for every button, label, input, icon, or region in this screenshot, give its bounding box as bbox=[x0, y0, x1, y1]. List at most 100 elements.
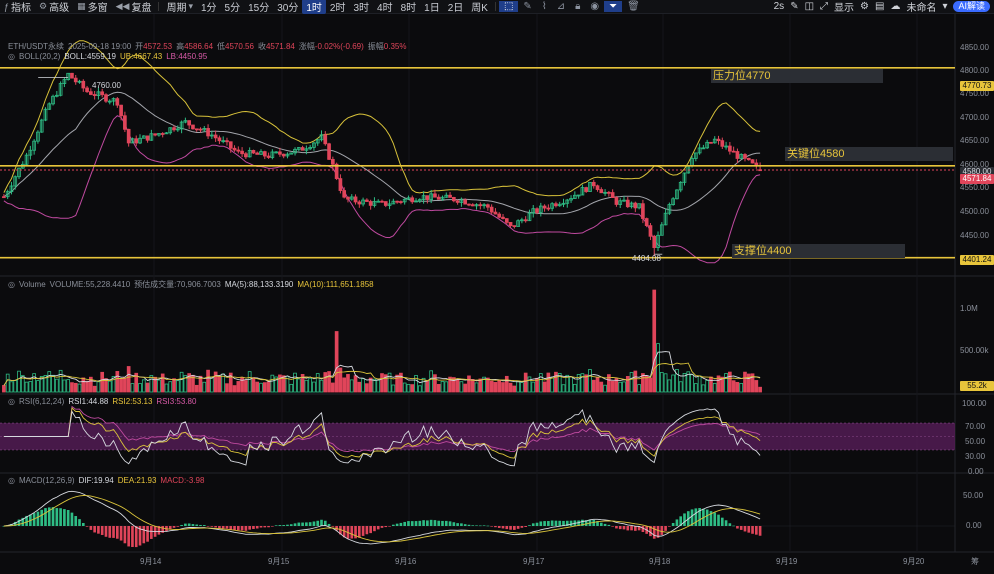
macd-histogram-bar bbox=[278, 525, 282, 526]
rsi-legend: ◎ RSI(6,12,24) RSI1:44.88 RSI2:53.13 RSI… bbox=[8, 397, 196, 406]
macd-histogram-bar bbox=[717, 514, 720, 526]
eye-icon[interactable]: ◎ bbox=[8, 476, 15, 485]
macd-histogram-bar bbox=[66, 510, 70, 526]
macd-histogram-bar bbox=[747, 526, 751, 533]
rsi-tick-0: 0.00 bbox=[968, 467, 984, 476]
chip-corner-label[interactable]: 筹 bbox=[971, 557, 979, 567]
macd-histogram-bar bbox=[395, 523, 399, 526]
volume-bar bbox=[160, 373, 165, 393]
macd-histogram-bar bbox=[81, 522, 85, 526]
volume-bar bbox=[2, 385, 6, 393]
time-tick: 9月15 bbox=[268, 557, 290, 566]
volume-bar bbox=[141, 379, 146, 393]
macd-histogram-bar bbox=[422, 520, 425, 526]
macd-histogram-bar bbox=[274, 525, 278, 526]
volume-value: VOLUME:55,228.4410 bbox=[49, 280, 131, 289]
candle-body bbox=[228, 141, 233, 149]
volume-bar bbox=[244, 380, 248, 393]
macd-histogram-bar bbox=[59, 508, 62, 526]
macd-histogram-bar bbox=[615, 526, 618, 529]
candle-body bbox=[497, 213, 502, 218]
volume-bar bbox=[70, 382, 74, 393]
volume-bar bbox=[603, 384, 607, 393]
volume-bar bbox=[709, 376, 713, 393]
candle-body bbox=[92, 94, 97, 96]
candle-body bbox=[610, 192, 615, 199]
volume-bar bbox=[172, 378, 176, 393]
time-tick: 9月18 bbox=[649, 557, 671, 566]
volume-bar bbox=[652, 289, 657, 393]
macd-histogram-bar bbox=[104, 526, 108, 537]
macd-histogram-bar bbox=[150, 526, 153, 539]
candle-body bbox=[720, 140, 725, 147]
candle-body bbox=[85, 87, 89, 93]
candle-body bbox=[535, 208, 539, 213]
candle-body bbox=[614, 197, 619, 205]
volume-bar bbox=[693, 383, 698, 393]
macd-histogram-bar bbox=[513, 526, 516, 530]
macd-histogram-bar bbox=[441, 520, 444, 526]
candle-body bbox=[633, 202, 638, 209]
support-price-tag: 4401.24 bbox=[960, 255, 994, 265]
volume-bar bbox=[81, 377, 86, 393]
macd-histogram-bar bbox=[376, 526, 380, 530]
macd-histogram-bar bbox=[255, 526, 259, 529]
volume-bar bbox=[486, 377, 490, 393]
macd-histogram-bar bbox=[547, 521, 550, 526]
candle-body bbox=[425, 195, 430, 200]
volume-bar bbox=[572, 383, 577, 393]
candle-body bbox=[353, 196, 358, 203]
macd-histogram-bar bbox=[233, 526, 236, 531]
resistance-annotation[interactable]: 压力位4770 bbox=[711, 69, 883, 83]
volume-bar bbox=[51, 374, 55, 393]
candle-body bbox=[191, 124, 195, 130]
volume-current-tag: 55.2k bbox=[960, 381, 994, 391]
macd-histogram-bar bbox=[554, 520, 558, 526]
candle-body bbox=[463, 199, 468, 205]
macd-histogram-bar bbox=[267, 526, 270, 528]
volume-bar bbox=[712, 382, 717, 393]
volume-bar bbox=[701, 384, 706, 393]
volume-bar bbox=[697, 375, 702, 393]
macd-histogram-bar bbox=[44, 508, 47, 526]
support-annotation[interactable]: 支撑位4400 bbox=[732, 244, 905, 258]
price-tick: 4500.00 bbox=[960, 207, 989, 216]
volume-bar bbox=[512, 385, 517, 393]
price-tick: 4650.00 bbox=[960, 136, 989, 145]
macd-histogram-bar bbox=[301, 522, 304, 526]
volume-bar bbox=[410, 384, 415, 393]
volume-bar bbox=[315, 373, 320, 393]
macd-histogram-bar bbox=[289, 524, 293, 526]
macd-histogram-bar bbox=[410, 521, 414, 526]
macd-histogram-bar bbox=[732, 525, 735, 527]
eye-icon[interactable]: ◎ bbox=[8, 52, 15, 61]
macd-histogram-bar bbox=[429, 519, 433, 526]
eye-icon[interactable]: ◎ bbox=[8, 280, 15, 289]
volume-bar bbox=[24, 381, 29, 393]
volume-bar bbox=[735, 381, 740, 393]
volume-bar bbox=[100, 371, 105, 393]
volume-bar bbox=[633, 370, 638, 393]
macd-histogram-bar bbox=[501, 526, 505, 529]
volume-bar bbox=[754, 380, 759, 393]
volume-bar bbox=[705, 380, 710, 393]
volume-bar bbox=[678, 381, 683, 393]
eye-icon[interactable]: ◎ bbox=[8, 397, 15, 406]
time-tick: 9月14 bbox=[140, 557, 162, 566]
volume-bar bbox=[77, 383, 82, 393]
volume-bar bbox=[130, 383, 135, 393]
macd-histogram-bar bbox=[210, 526, 214, 527]
macd-histogram-bar bbox=[236, 526, 240, 531]
macd-histogram-bar bbox=[607, 524, 611, 526]
macd-histogram-bar bbox=[528, 525, 531, 526]
volume-bar bbox=[251, 377, 256, 393]
macd-histogram-bar bbox=[456, 523, 459, 526]
macd-histogram-bar bbox=[308, 522, 312, 526]
key-level-annotation[interactable]: 关键位4580 bbox=[785, 147, 953, 161]
candle-body bbox=[746, 157, 751, 161]
volume-bar bbox=[164, 383, 169, 393]
candle-body bbox=[281, 153, 286, 157]
macd-histogram-bar bbox=[683, 513, 686, 526]
macd-histogram-bar bbox=[668, 526, 671, 527]
low-value: 4570.56 bbox=[225, 42, 254, 51]
